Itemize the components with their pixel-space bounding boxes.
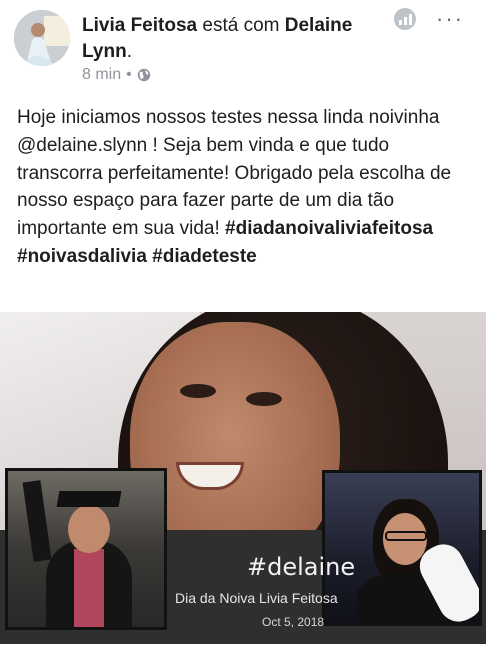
author-line: Livia Feitosa está com Delaine Lynn.	[82, 13, 402, 65]
author-avatar[interactable]	[14, 10, 70, 66]
selfie-inset-photo	[322, 470, 482, 626]
more-options-button[interactable]: ···	[436, 6, 464, 32]
with-connector: está com	[202, 15, 280, 36]
photo-hashtag: #delaine	[247, 553, 356, 581]
graduate-face	[68, 505, 110, 553]
graduation-cap	[56, 491, 122, 507]
post-timestamp[interactable]: 8 min	[82, 66, 121, 84]
raised-arm	[22, 480, 52, 562]
sentence-period: .	[126, 41, 132, 62]
author-name[interactable]: Livia Feitosa	[82, 15, 197, 36]
photo-right-eye	[246, 392, 282, 406]
selfie-glasses	[385, 531, 427, 541]
photo-date: Oct 5, 2018	[262, 615, 325, 629]
avatar-photo-icon	[14, 10, 70, 66]
post-text: Hoje iniciamos nossos testes nessa linda…	[17, 104, 479, 271]
graduation-stole	[74, 549, 104, 627]
post-meta: 8 min •	[82, 66, 151, 84]
graduation-inset-photo	[5, 468, 167, 630]
photo-caption: Dia da Noiva Livia Feitosa	[175, 590, 338, 606]
insights-icon[interactable]	[394, 8, 416, 30]
globe-icon[interactable]	[137, 68, 151, 82]
photo-left-eye	[180, 384, 216, 398]
meta-separator: •	[126, 66, 132, 83]
post-header: Livia Feitosa está com Delaine Lynn. 8 m…	[0, 0, 486, 98]
